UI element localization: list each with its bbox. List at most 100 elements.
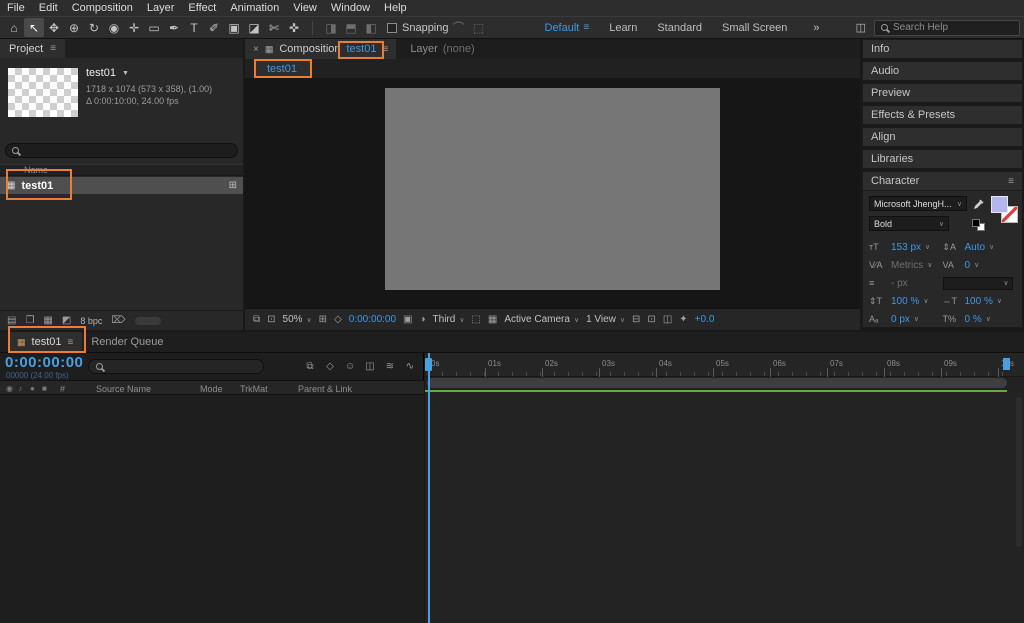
horizontal-scale-value[interactable]: 100 % [965,296,993,307]
brush-tool[interactable]: ✐ [204,18,224,37]
solo-icon[interactable]: ● [30,384,35,393]
bit-depth-button[interactable]: 8 bpc [80,316,102,326]
camera-tool[interactable]: ◉ [104,18,124,37]
work-area-bar[interactable] [427,378,1007,388]
composition-mini-flowchart-icon[interactable]: ⧉ [302,358,318,374]
panel-libraries[interactable]: Libraries [862,149,1023,169]
lock-icon[interactable]: ■ [42,384,47,393]
timeline-scrollbar[interactable] [1016,397,1022,547]
leading-control[interactable]: ⇕A Auto ∨ [943,242,1017,253]
workspace-tab-learn[interactable]: Learn [599,22,647,34]
tab-layer[interactable]: Layer (none) [396,39,488,59]
snapshot-camera-icon[interactable]: ▣ [403,314,412,325]
rotate-tool[interactable]: ↻ [84,18,104,37]
graph-editor-icon[interactable]: ∿ [402,358,418,374]
panel-character[interactable]: Character ≡ [862,171,1023,191]
resolution-dropdown[interactable]: Third ∨ [433,314,465,325]
chevron-down-icon[interactable]: ▼ [122,70,129,77]
black-swatch[interactable] [972,219,980,227]
pixel-aspect-icon[interactable]: ◫ [663,314,672,325]
fill-options-icon[interactable]: ◨ [321,18,341,37]
tsume-control[interactable]: T% 0 % ∨ [943,314,1017,325]
zoom-tool[interactable]: ⊕ [64,18,84,37]
new-folder-icon[interactable]: ❐ [25,315,34,326]
eye-icon[interactable]: ◉ [6,384,13,393]
playhead-line[interactable] [428,353,430,623]
help-search-field[interactable]: Search Help [874,19,1020,36]
tab-project[interactable]: Project ≡ [0,39,66,58]
stroke-options-icon[interactable]: ⬒ [341,18,361,37]
font-style-dropdown[interactable]: Bold ∨ [869,216,949,231]
trash-icon[interactable]: ⌦ [111,315,125,326]
clone-stamp-tool[interactable]: ▣ [224,18,244,37]
selection-tool[interactable]: ↖ [24,18,44,37]
fill-color-swatch[interactable] [991,196,1008,213]
menu-item-layer[interactable]: Layer [140,0,182,16]
baseline-shift-control[interactable]: Aₐ 0 px ∨ [869,314,943,325]
workspace-tab-default[interactable]: Default [535,22,584,34]
vertical-scale-value[interactable]: 100 % [891,296,919,307]
camera-dropdown[interactable]: Active Camera ∨ [504,314,579,325]
kerning-control[interactable]: V∕A Metrics ∨ [869,260,943,271]
workspace-overflow-button[interactable]: » [813,22,819,34]
font-family-dropdown[interactable]: Microsoft JhengH... ∨ [869,196,967,211]
hide-shy-layers-icon[interactable]: ☺ [342,358,358,374]
kerning-value[interactable]: Metrics [891,260,923,271]
snapping-control[interactable]: Snapping [387,22,449,34]
column-parent-link[interactable]: Parent & Link [298,384,352,394]
monitor-icon[interactable]: ⊡ [267,314,275,325]
pan-behind-tool[interactable]: ✛ [124,18,144,37]
selected-item-name[interactable]: test01 [86,67,116,79]
panel-resize-pill[interactable] [134,316,161,325]
snap-features-icon[interactable]: ⬚ [469,18,489,37]
panel-effects-presets[interactable]: Effects & Presets [862,105,1023,125]
panel-audio[interactable]: Audio [862,61,1023,81]
column-trkmat[interactable]: TrkMat [240,384,268,394]
eraser-tool[interactable]: ◪ [244,18,264,37]
fast-previews-icon[interactable]: ✦ [679,314,687,325]
current-timecode[interactable]: 0:00:00:00 [5,354,83,371]
tsume-value[interactable]: 0 % [965,314,982,325]
new-composition-icon[interactable]: ▦ [43,315,52,326]
menu-item-effect[interactable]: Effect [181,0,223,16]
magnification-dropdown[interactable]: 50% ∨ [283,314,312,325]
share-view-icon[interactable]: ⊟ [632,314,640,325]
menu-item-file[interactable]: File [0,0,32,16]
region-of-interest-icon[interactable]: ⬚ [471,314,480,325]
layer-list-empty-area[interactable] [0,395,424,623]
view-layout-dropdown[interactable]: 1 View ∨ [586,314,625,325]
font-size-control[interactable]: тT 153 px ∨ [869,242,943,253]
close-icon[interactable]: × [253,44,259,55]
menu-item-composition[interactable]: Composition [65,0,140,16]
workspace-tab-standard[interactable]: Standard [647,22,712,34]
menu-item-edit[interactable]: Edit [32,0,65,16]
audio-icon[interactable]: ♪ [18,384,22,393]
roto-brush-tool[interactable]: ✄ [264,18,284,37]
time-ruler[interactable]: 0s01s02s03s04s05s06s07s08s09s10s [425,353,1024,377]
workspace-menu-icon[interactable]: ≡ [583,22,599,33]
timeline-search-field[interactable] [88,359,264,374]
tracking-value[interactable]: 0 [965,260,971,271]
grid-guides-icon[interactable]: ⊞ [319,314,327,325]
draft-3d-icon[interactable]: ◇ [322,358,338,374]
panel-info[interactable]: Info [862,39,1023,59]
stroke-width-value[interactable]: - px [891,278,908,289]
column-mode[interactable]: Mode [200,384,223,394]
home-tool[interactable]: ⌂ [4,18,24,37]
font-size-value[interactable]: 153 px [891,242,921,253]
adjust-icon[interactable]: ◩ [62,315,71,326]
menu-item-help[interactable]: Help [377,0,414,16]
stroke-style-dropdown[interactable]: ∨ [942,276,1013,290]
hand-tool[interactable]: ✥ [44,18,64,37]
column-hash[interactable]: # [60,384,65,394]
snap-along-edges-icon[interactable]: ⌒ [449,18,469,37]
pen-tool[interactable]: ✒ [164,18,184,37]
exposure-value[interactable]: +0.0 [695,314,715,325]
motion-blur-icon[interactable]: ≋ [382,358,398,374]
always-preview-icon[interactable]: ⧉ [253,314,260,325]
panel-menu-icon[interactable]: ≡ [50,43,56,54]
menu-item-window[interactable]: Window [324,0,377,16]
type-tool[interactable]: T [184,18,204,37]
playhead-handle[interactable] [425,358,432,371]
menu-item-animation[interactable]: Animation [223,0,286,16]
